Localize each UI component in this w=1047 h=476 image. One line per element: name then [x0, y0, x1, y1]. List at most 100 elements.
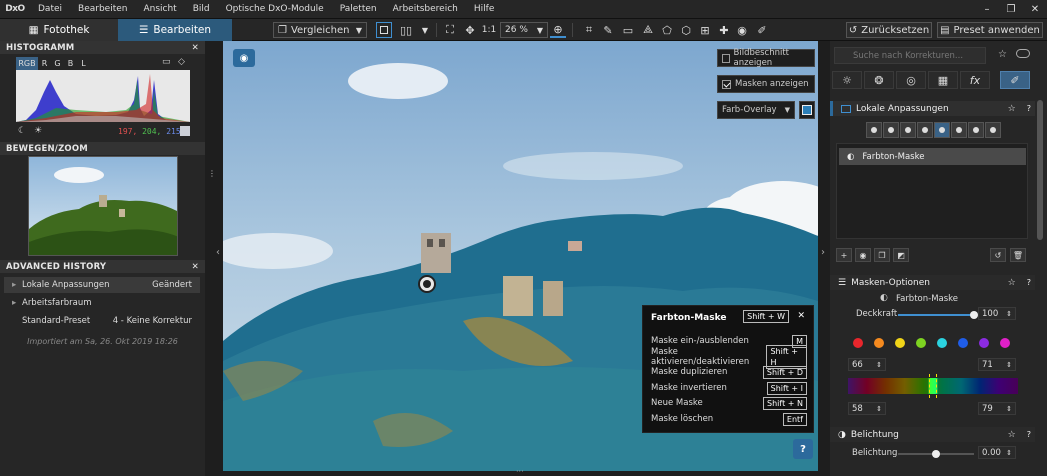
search-input[interactable]: Suche nach Korrekturen... [834, 47, 986, 64]
single-view-button[interactable] [376, 22, 392, 38]
menu-palettes[interactable]: Paletten [332, 4, 385, 14]
menu-optics[interactable]: Optische DxO-Module [218, 4, 332, 14]
brush-tool[interactable] [951, 122, 967, 138]
help-icon[interactable]: ? [1027, 104, 1031, 113]
eraser-tool[interactable] [968, 122, 984, 138]
filmstrip-handle[interactable]: ··· [223, 467, 818, 476]
luminosity-mask-tool[interactable] [985, 122, 1001, 138]
perspective-tool[interactable]: ⟁ [640, 22, 656, 38]
exposure-header[interactable]: ◑ Belichtung ☆ ? [830, 427, 1035, 442]
tab-effects[interactable]: fx [960, 71, 990, 89]
monitor-icon[interactable]: ▭ [162, 57, 171, 67]
close-icon[interactable]: ✕ [192, 262, 199, 272]
exposure-slider[interactable] [898, 450, 974, 458]
tab-local[interactable]: ✐ [1000, 71, 1030, 89]
toggle-mask-visibility-button[interactable]: ◉ [855, 248, 871, 262]
hue-low-box[interactable]: 66 ⇕ [848, 358, 886, 371]
star-icon[interactable]: ☆ [1008, 278, 1016, 288]
history-row-preset[interactable]: Standard-Preset 4 - Keine Korrektur [4, 313, 200, 329]
overlay-color-button[interactable] [799, 101, 815, 119]
histogram-tab-r[interactable]: R [38, 57, 51, 70]
left-splitter[interactable]: ⋮ ‹ [205, 41, 223, 476]
horizon-tool[interactable]: ▭ [620, 22, 636, 38]
range-high-box[interactable]: 79 ⇕ [978, 402, 1016, 415]
menu-file[interactable]: Datei [30, 4, 70, 14]
zoom-in-button[interactable]: ⊕ [550, 22, 566, 38]
perspective-rect-tool[interactable]: ⬠ [659, 22, 675, 38]
reset-button[interactable]: ↺ Zurücksetzen [846, 22, 932, 38]
chevron-left-icon[interactable]: ‹ [216, 247, 220, 258]
hue-high-box[interactable]: 71 ⇕ [978, 358, 1016, 371]
auto-mask-tool[interactable] [917, 122, 933, 138]
redeye-tool[interactable]: ◉ [734, 22, 750, 38]
zoom-1to1-button[interactable]: 1:1 [481, 22, 497, 38]
show-crop-checkbox[interactable] [722, 53, 730, 63]
opacity-thumb[interactable] [970, 311, 978, 319]
mask-mode-button[interactable]: ◉ [233, 49, 255, 67]
star-icon[interactable]: ☆ [1008, 104, 1016, 114]
menu-image[interactable]: Bild [185, 4, 218, 14]
image-viewer[interactable]: ◉ Bildbeschnitt anzeigen Masken anzeigen… [223, 41, 818, 471]
right-splitter[interactable]: › [818, 41, 830, 476]
close-window-button[interactable]: ✕ [1023, 4, 1047, 15]
local-adjust-tool[interactable]: ✐ [754, 22, 770, 38]
tab-light[interactable]: ☼ [832, 71, 862, 89]
history-row-colorspace[interactable]: ▸ Arbeitsfarbraum [4, 295, 200, 311]
invert-mask-button[interactable]: ◩ [893, 248, 909, 262]
menu-help[interactable]: Hilfe [466, 4, 502, 14]
graduated-filter-tool[interactable] [900, 122, 916, 138]
grid-tool[interactable]: ⊞ [697, 22, 713, 38]
chevron-right-icon[interactable]: › [821, 247, 825, 258]
zoom-select[interactable]: 26 % ▼ [500, 22, 548, 38]
hue-mask-tool[interactable] [934, 122, 950, 138]
show-masks-toggle[interactable]: Masken anzeigen [717, 75, 815, 93]
help-icon[interactable]: ? [1027, 278, 1031, 287]
expand-icon[interactable]: ▸ [12, 280, 22, 290]
split-view-dropdown[interactable]: ▼ [420, 22, 430, 38]
reset-mask-button[interactable]: ↺ [990, 248, 1006, 262]
history-row-local[interactable]: ▸ Lokale Anpassungen Geändert [4, 277, 200, 293]
menu-edit[interactable]: Bearbeiten [70, 4, 135, 14]
show-crop-toggle[interactable]: Bildbeschnitt anzeigen [717, 48, 815, 68]
tab-edit[interactable]: ☰ Bearbeiten [118, 19, 232, 41]
perspective-8pt-tool[interactable]: ⬡ [678, 22, 694, 38]
menu-workspace[interactable]: Arbeitsbereich [385, 4, 466, 14]
duplicate-mask-button[interactable]: ❐ [874, 248, 890, 262]
color-magenta[interactable] [1000, 338, 1010, 348]
maximize-button[interactable]: ❐ [999, 4, 1023, 15]
crop-tool[interactable]: ⌗ [581, 22, 597, 38]
show-masks-checkbox[interactable] [722, 79, 731, 89]
help-button[interactable]: ? [793, 439, 813, 459]
close-icon[interactable]: ✕ [797, 311, 805, 321]
mask-options-header[interactable]: ☰ Masken-Optionen ☆ ? [830, 275, 1035, 290]
menu-view[interactable]: Ansicht [135, 4, 184, 14]
delete-mask-button[interactable]: 🗑 [1010, 248, 1026, 262]
tab-geometry[interactable]: ▦ [928, 71, 958, 89]
toggle-switch[interactable] [1016, 49, 1030, 58]
add-mask-button[interactable]: + [836, 248, 852, 262]
tab-photolibrary[interactable]: ▦ Fotothek [0, 19, 118, 41]
tab-color[interactable]: ❂ [864, 71, 894, 89]
color-orange[interactable] [874, 338, 884, 348]
compare-button[interactable]: ❐ Vergleichen ▼ [273, 22, 367, 38]
histogram-tab-g[interactable]: G [51, 57, 64, 70]
right-panel-scrollbar[interactable] [1037, 100, 1043, 240]
opacity-value-box[interactable]: 100 ⇕ [978, 307, 1016, 320]
moon-icon[interactable]: ☾ [18, 126, 26, 136]
color-cyan[interactable] [937, 338, 947, 348]
color-purple[interactable] [979, 338, 989, 348]
clipping-icon[interactable]: ◇ [178, 57, 185, 67]
apply-preset-button[interactable]: ▤ Preset anwenden [937, 22, 1043, 38]
histogram-tab-rgb[interactable]: RGB [16, 57, 38, 70]
minimize-button[interactable]: – [975, 4, 999, 15]
close-icon[interactable]: ✕ [192, 43, 199, 53]
local-adjust-header[interactable]: Lokale Anpassungen ☆ ? [830, 101, 1035, 116]
exposure-thumb[interactable] [932, 450, 940, 458]
histogram-tab-l[interactable]: L [77, 57, 90, 70]
control-line-tool[interactable] [883, 122, 899, 138]
tab-detail[interactable]: ◎ [896, 71, 926, 89]
navigator-thumbnail[interactable] [28, 156, 178, 256]
star-icon[interactable]: ☆ [1008, 430, 1016, 440]
color-yellow[interactable] [895, 338, 905, 348]
color-green[interactable] [916, 338, 926, 348]
